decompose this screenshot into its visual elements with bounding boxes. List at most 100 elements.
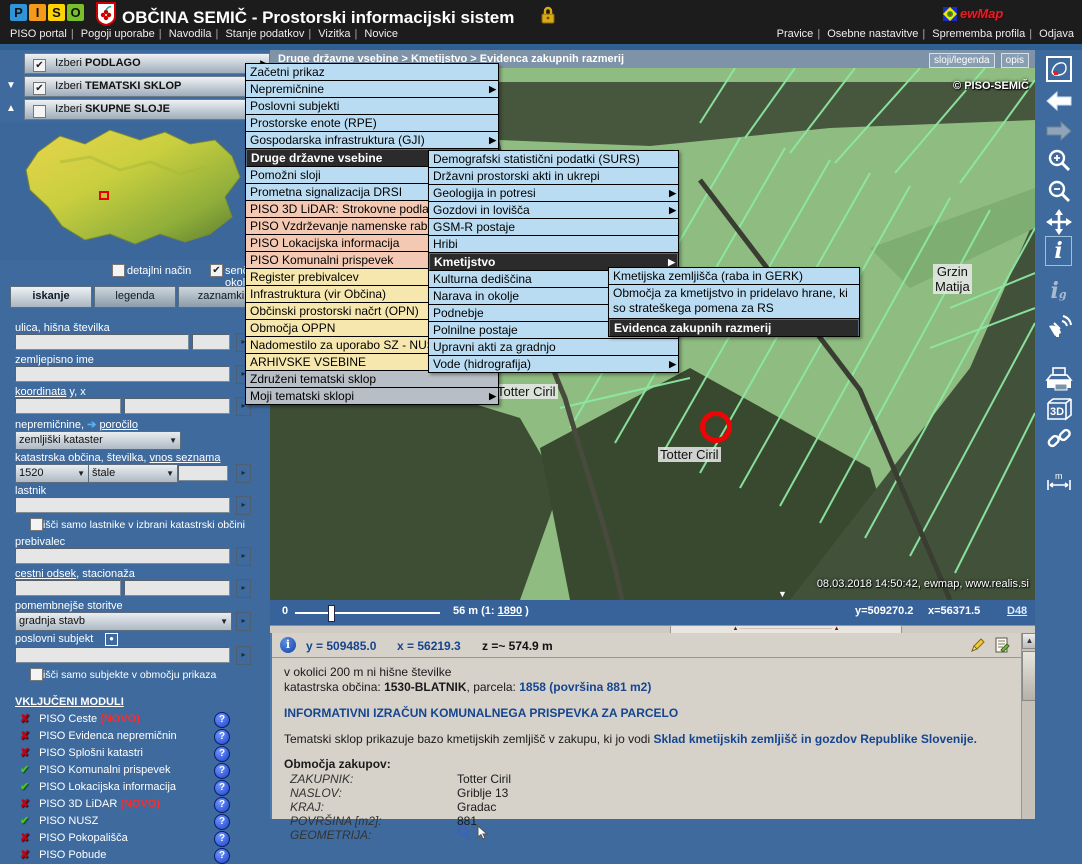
parcel-link[interactable]: 1858	[519, 680, 546, 694]
description-button[interactable]: opis	[1001, 53, 1029, 68]
menu-item[interactable]: Geologija in potresi▶	[429, 185, 678, 202]
nav-stanje[interactable]: Stanje podatkov	[225, 28, 304, 40]
nav-novice[interactable]: Novice	[364, 28, 398, 40]
menu-item[interactable]: Združeni tematski sklop	[246, 371, 498, 388]
menu-item[interactable]: Gozdovi in lovišča▶	[429, 202, 678, 219]
module-help-button[interactable]: ?	[214, 831, 230, 847]
collapse-icon[interactable]: ▼	[6, 80, 16, 91]
back-arrow-icon[interactable]	[1035, 90, 1082, 117]
module-help-button[interactable]: ?	[214, 763, 230, 779]
search-owner-button[interactable]: ▸	[236, 496, 251, 515]
street-input[interactable]	[15, 334, 189, 350]
sidebar-section-skupni[interactable]: Izberi SKUPNE SLOJE	[24, 99, 270, 120]
cadastre-type-select[interactable]: zemljiški kataster▼	[15, 431, 181, 450]
scale-slider-track[interactable]	[295, 612, 440, 614]
coord-x-input[interactable]	[124, 398, 230, 414]
module-help-button[interactable]: ?	[214, 848, 230, 864]
3d-view-icon[interactable]: 3D	[1035, 396, 1082, 427]
nav-vizitka[interactable]: Vizitka	[318, 28, 350, 40]
module-help-button[interactable]: ?	[214, 712, 230, 728]
scale-slider-handle[interactable]	[328, 605, 335, 622]
checkbox-subjects-in-view[interactable]	[30, 668, 43, 681]
gps-icon[interactable]	[1035, 312, 1082, 343]
search-subject-button[interactable]: ▸	[236, 646, 251, 665]
ko-number-select[interactable]: 1520▼	[15, 464, 89, 483]
house-number-input[interactable]	[192, 334, 230, 350]
menu-item[interactable]: Območja za kmetijstvo in pridelavo hrane…	[609, 285, 859, 319]
geoname-input[interactable]	[15, 366, 230, 382]
subject-info-icon[interactable]: ●	[105, 633, 118, 646]
ko-name-select[interactable]: štale▼	[88, 464, 178, 483]
coord-y-input[interactable]	[15, 398, 121, 414]
services-select[interactable]: gradnja stavb▼	[15, 612, 232, 631]
checkbox-skupni[interactable]	[33, 105, 46, 118]
search-service-button[interactable]: ▸	[236, 612, 251, 631]
checkbox-tematski[interactable]: ✔	[33, 82, 46, 95]
search-parcel-button[interactable]: ▸	[236, 464, 251, 483]
menu-item-selected[interactable]: Evidenca zakupnih razmerij	[609, 319, 859, 336]
datum-link[interactable]: D48	[1007, 605, 1027, 617]
checkbox-shade[interactable]: ✔	[210, 264, 223, 277]
nav-pogoji[interactable]: Pogoji uporabe	[81, 28, 155, 40]
module-help-button[interactable]: ?	[214, 780, 230, 796]
calc-contribution-link[interactable]: INFORMATIVNI IZRAČUN KOMUNALNEGA PRISPEV…	[284, 706, 678, 720]
owner-input[interactable]	[15, 497, 230, 513]
nav-pravice[interactable]: Pravice	[777, 28, 814, 40]
menu-item[interactable]: Prostorske enote (RPE)	[246, 115, 498, 132]
forward-arrow-icon[interactable]	[1035, 120, 1082, 147]
menu-item[interactable]: Nepremičnine▶	[246, 81, 498, 98]
menu-item[interactable]: Hribi	[429, 236, 678, 253]
menu-item[interactable]: Državni prostorski akti in ukrepi	[429, 168, 678, 185]
module-help-button[interactable]: ?	[214, 814, 230, 830]
scale-ratio-link[interactable]: 1890	[498, 605, 522, 617]
overview-minimap[interactable]	[0, 122, 270, 260]
search-resident-button[interactable]: ▸	[236, 547, 251, 566]
menu-item[interactable]: Poslovni subjekti	[246, 98, 498, 115]
report-note-icon[interactable]	[994, 637, 1010, 656]
expand-icon[interactable]: ▲	[6, 103, 16, 114]
menu-item[interactable]: GSM-R postaje	[429, 219, 678, 236]
edit-pencil-icon[interactable]	[970, 637, 986, 656]
checkbox-podlago[interactable]: ✔	[33, 59, 46, 72]
identify-layers-icon[interactable]: ig	[1035, 278, 1082, 304]
nav-navodila[interactable]: Navodila	[169, 28, 212, 40]
tab-iskanje[interactable]: iskanje	[10, 286, 92, 308]
menu-item[interactable]: Vode (hidrografija)▶	[429, 356, 678, 372]
menu-item[interactable]: Upravni akti za gradnjo	[429, 339, 678, 356]
nav-profil[interactable]: Sprememba profila	[932, 28, 1025, 40]
module-help-button[interactable]: ?	[214, 797, 230, 813]
sidebar-section-podlago[interactable]: ✔ Izberi PODLAGO ▶	[24, 53, 270, 74]
measure-icon[interactable]: m	[1035, 470, 1082, 499]
nav-piso-portal[interactable]: PISO portal	[10, 28, 67, 40]
business-subject-input[interactable]	[15, 647, 230, 663]
permalink-icon[interactable]	[1035, 426, 1082, 457]
print-icon[interactable]	[1035, 366, 1082, 397]
module-help-button[interactable]: ?	[214, 746, 230, 762]
tab-legenda[interactable]: legenda	[94, 286, 176, 308]
overview-map-icon[interactable]	[1035, 56, 1082, 87]
menu-item[interactable]: Demografski statistični podatki (SURS)	[429, 151, 678, 168]
module-help-button[interactable]: ?	[214, 729, 230, 745]
zoom-to-geometry-icon[interactable]	[457, 825, 472, 843]
zoom-in-icon[interactable]	[1035, 147, 1082, 178]
checkbox-owners-in-ko[interactable]	[30, 518, 43, 531]
search-road-button[interactable]: ▸	[236, 579, 251, 598]
sklad-link[interactable]: Sklad kmetijskih zemljišč in gozdov Repu…	[653, 732, 976, 746]
menu-item[interactable]: Začetni prikaz	[246, 64, 498, 81]
parcel-number-input[interactable]	[178, 465, 228, 481]
checkbox-detail[interactable]	[112, 264, 125, 277]
menu-item[interactable]: Gospodarska infrastruktura (GJI)▶	[246, 132, 498, 149]
identify-tool-active[interactable]: i	[1045, 236, 1072, 266]
resident-input[interactable]	[15, 548, 230, 564]
nav-odjava[interactable]: Odjava	[1039, 28, 1074, 40]
collapse-down-icon[interactable]: ▼	[778, 589, 787, 599]
piso-logo[interactable]: PISO	[10, 4, 86, 22]
porocilo-link[interactable]: poročilo	[99, 419, 138, 431]
layers-legend-button[interactable]: sloji/legenda	[929, 53, 995, 68]
zoom-out-icon[interactable]	[1035, 178, 1082, 209]
road-station-input[interactable]	[124, 580, 230, 596]
road-section-input[interactable]	[15, 580, 121, 596]
sidebar-section-tematski[interactable]: ✔ Izberi TEMATSKI SKLOP	[24, 76, 270, 97]
menu-item[interactable]: Kmetijska zemljišča (raba in GERK)	[609, 268, 859, 285]
nav-nastavitve[interactable]: Osebne nastavitve	[827, 28, 918, 40]
